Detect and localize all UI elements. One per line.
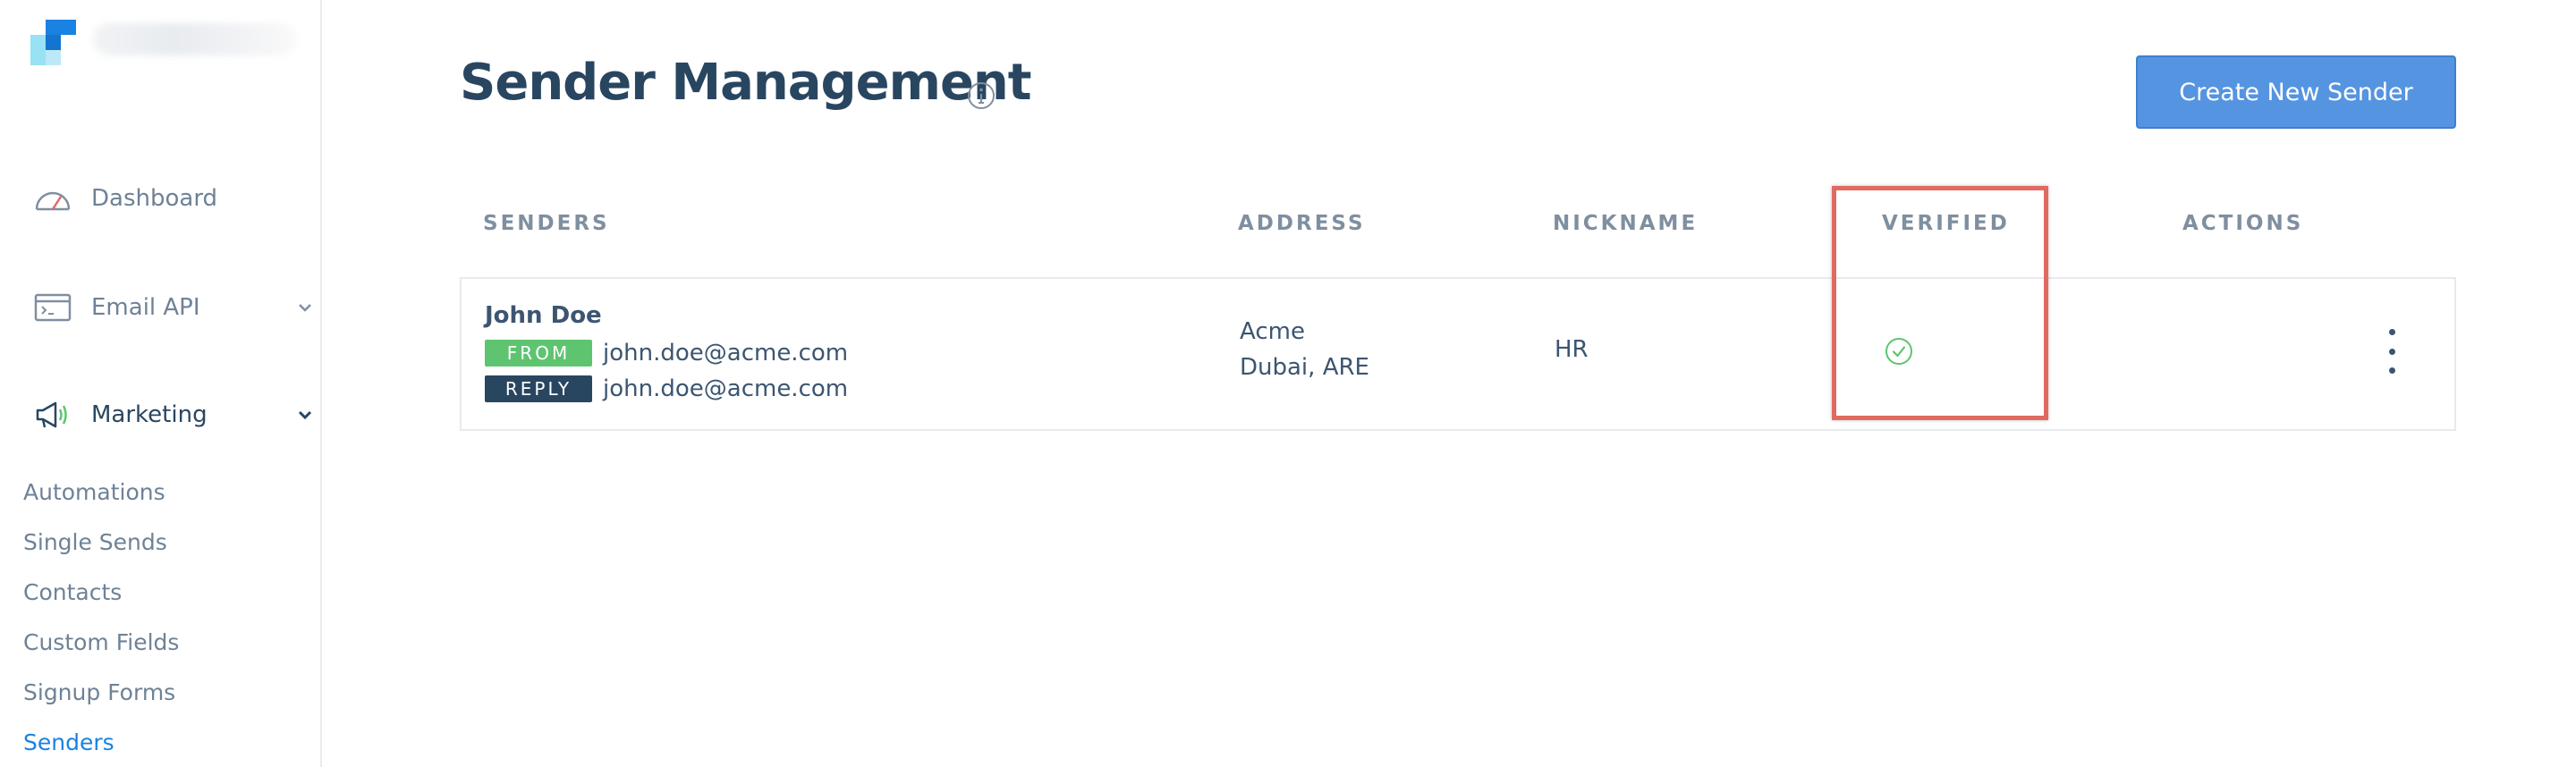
address-line-2: Dubai, ARE xyxy=(1240,354,1369,381)
more-actions-icon[interactable] xyxy=(2385,329,2399,374)
table-row: John Doe FROM john.doe@acme.com REPLY jo… xyxy=(460,277,2456,431)
column-header-actions: ACTIONS xyxy=(2182,212,2304,235)
nickname: HR xyxy=(1555,336,1589,363)
sidebar-item-contacts[interactable]: Contacts xyxy=(23,579,122,605)
info-icon[interactable] xyxy=(966,80,996,111)
nav-marketing-label: Marketing xyxy=(91,401,208,428)
from-badge: FROM xyxy=(485,340,592,367)
account-name-redacted[interactable] xyxy=(93,23,297,55)
reply-email: john.doe@acme.com xyxy=(603,375,849,402)
nav-dashboard-label: Dashboard xyxy=(91,185,218,212)
app-root: Dashboard Email API Marketing Automation… xyxy=(0,0,2576,767)
sender-name: John Doe xyxy=(485,302,602,329)
sidebar-item-custom-fields[interactable]: Custom Fields xyxy=(23,629,179,655)
sidebar-item-senders[interactable]: Senders xyxy=(23,729,114,755)
from-email: john.doe@acme.com xyxy=(603,340,849,367)
reply-email-line: REPLY john.doe@acme.com xyxy=(485,375,848,402)
sidebar-item-automations[interactable]: Automations xyxy=(23,479,165,505)
megaphone-icon xyxy=(32,394,73,435)
gauge-icon xyxy=(32,178,73,219)
page-title: Sender Management xyxy=(460,54,1032,112)
sidebar-item-single-sends[interactable]: Single Sends xyxy=(23,529,167,555)
sidebar-item-signup-forms[interactable]: Signup Forms xyxy=(23,679,175,705)
chevron-down-icon[interactable] xyxy=(292,402,318,429)
nav-email-api-label: Email API xyxy=(91,294,200,321)
nav-email-api[interactable]: Email API xyxy=(32,284,311,331)
from-email-line: FROM john.doe@acme.com xyxy=(485,340,848,367)
nav-dashboard[interactable]: Dashboard xyxy=(32,175,217,222)
column-header-address[interactable]: ADDRESS xyxy=(1238,212,1366,235)
chevron-down-icon[interactable] xyxy=(292,295,318,322)
reply-badge: REPLY xyxy=(485,375,592,402)
nav-marketing[interactable]: Marketing xyxy=(32,392,312,438)
address-line-1: Acme xyxy=(1240,318,1305,345)
terminal-card-icon xyxy=(32,287,73,328)
column-header-nickname[interactable]: NICKNAME xyxy=(1553,212,1698,235)
sendgrid-logo[interactable] xyxy=(30,20,77,65)
sidebar: Dashboard Email API Marketing Automation… xyxy=(0,0,322,767)
verified-column-highlight xyxy=(1832,186,2048,420)
create-new-sender-button[interactable]: Create New Sender xyxy=(2136,55,2456,129)
column-header-senders[interactable]: SENDERS xyxy=(483,212,610,235)
